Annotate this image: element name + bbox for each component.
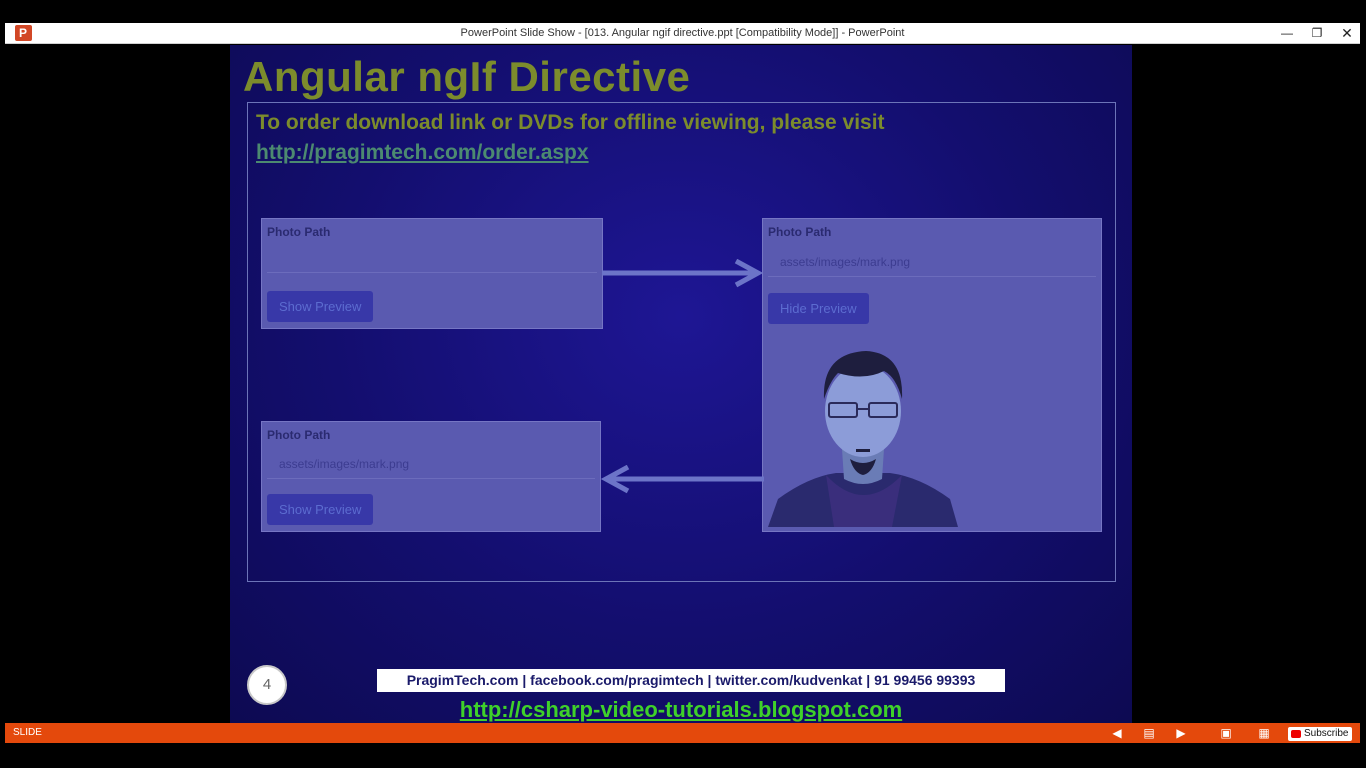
show-preview-button[interactable]: Show Preview [267, 494, 374, 525]
order-link[interactable]: http://pragimtech.com/order.aspx [256, 138, 589, 168]
slide-sorter-icon[interactable]: ▦ [1256, 725, 1272, 741]
normal-view-icon[interactable]: ▣ [1218, 725, 1234, 741]
photo-panel-preview: Photo Path assets/images/mark.png Hide P… [762, 218, 1102, 532]
photo-panel-empty: Photo Path Show Preview [261, 218, 603, 329]
status-slide-label: SLIDE [13, 727, 42, 738]
previous-slide-icon[interactable]: ◀ [1109, 725, 1125, 741]
status-bar: SLIDE ◀ ▤ ▶ ▣ ▦ Subscribe [5, 723, 1360, 743]
notes-icon[interactable]: ▤ [1141, 725, 1157, 741]
photo-path-input[interactable] [267, 243, 597, 273]
window-title: PowerPoint Slide Show - [013. Angular ng… [460, 27, 905, 39]
show-preview-button[interactable]: Show Preview [267, 291, 374, 322]
restore-button[interactable]: ❐ [1302, 23, 1332, 44]
minimize-button[interactable]: — [1272, 23, 1302, 44]
next-slide-icon[interactable]: ▶ [1173, 725, 1189, 741]
photo-path-label: Photo Path [768, 225, 832, 239]
order-text: To order download link or DVDs for offli… [256, 111, 885, 134]
arrow-left-icon [600, 465, 764, 494]
photo-path-input[interactable]: assets/images/mark.png [768, 247, 1096, 277]
avatar-image [768, 351, 958, 527]
slide-title: Angular ngIf Directive [243, 53, 691, 100]
photo-path-label: Photo Path [267, 428, 331, 442]
subscribe-button[interactable]: Subscribe [1288, 727, 1353, 741]
blog-link[interactable]: http://csharp-video-tutorials.blogspot.c… [230, 695, 1132, 723]
hide-preview-button[interactable]: Hide Preview [768, 293, 869, 324]
photo-path-label: Photo Path [267, 225, 331, 239]
close-button[interactable]: ✕ [1332, 23, 1362, 44]
photo-panel-with-path: Photo Path assets/images/mark.png Show P… [261, 421, 601, 532]
slide-canvas[interactable]: Angular ngIf Directive To order download… [230, 45, 1132, 723]
window-titlebar: PowerPoint Slide Show - [013. Angular ng… [5, 23, 1360, 44]
photo-path-input[interactable]: assets/images/mark.png [267, 449, 595, 479]
arrow-right-icon [602, 259, 764, 288]
contact-bar: PragimTech.com | facebook.com/pragimtech… [377, 669, 1005, 692]
